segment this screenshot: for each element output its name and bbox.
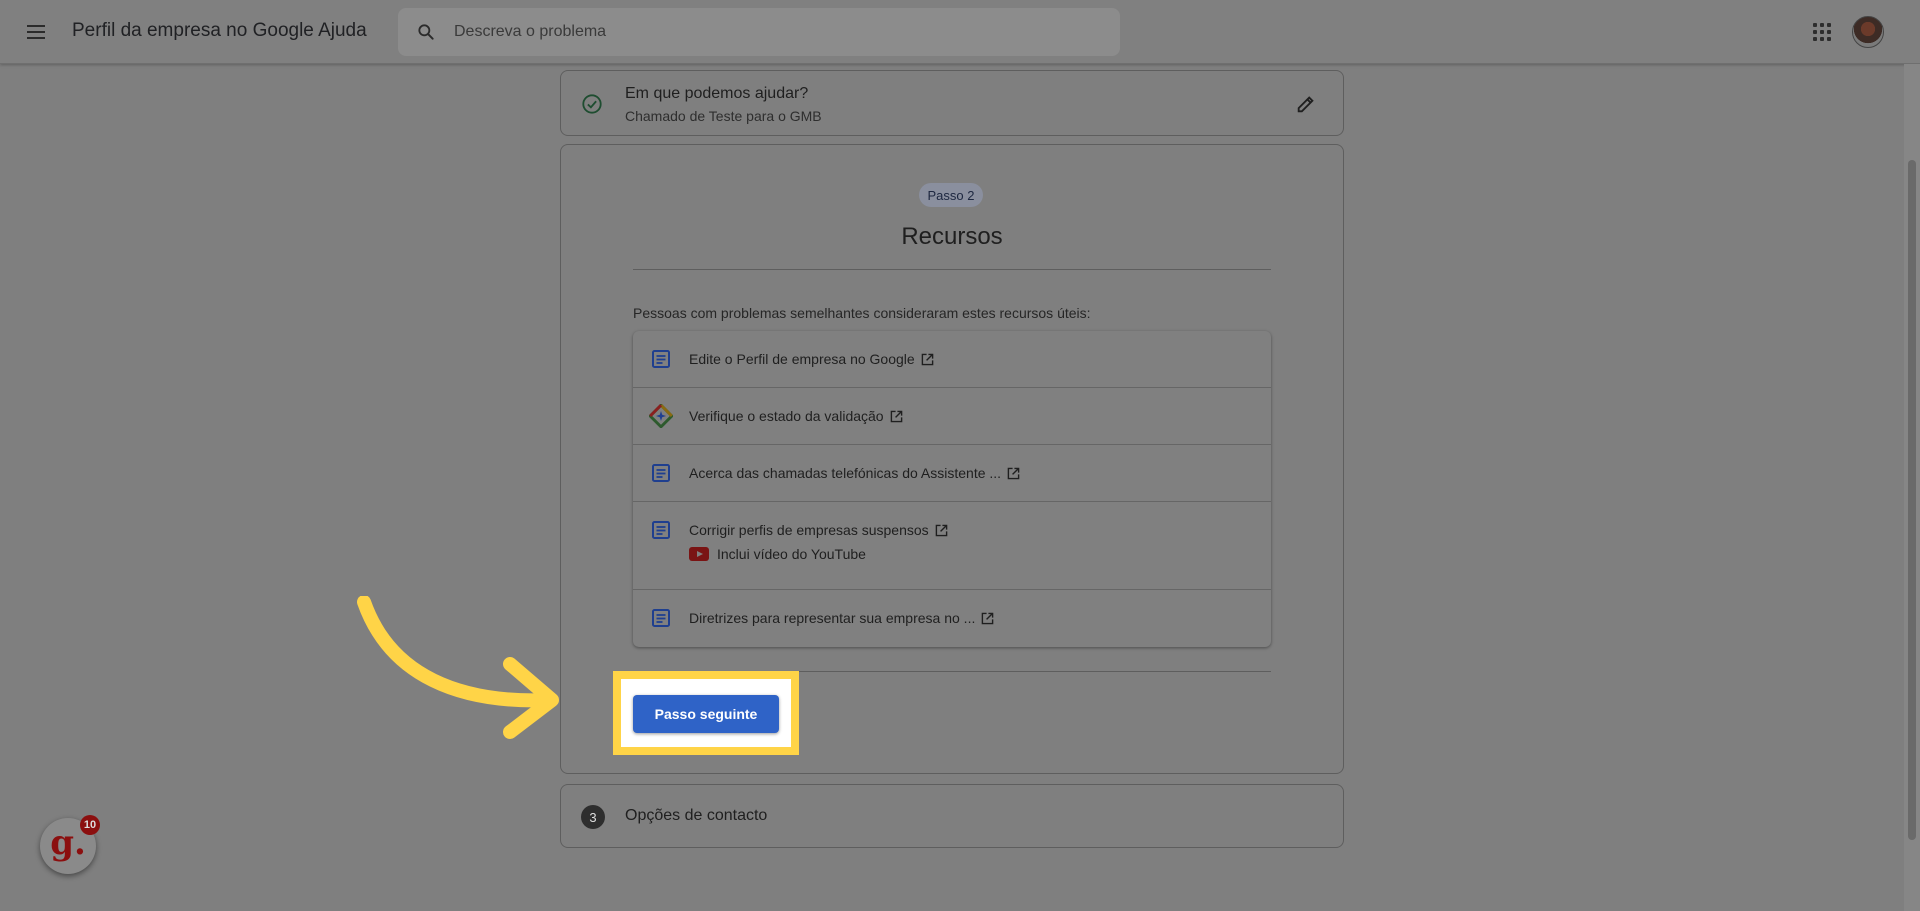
help-title: Em que podemos ajudar? bbox=[625, 85, 809, 102]
resource-item[interactable]: Verifique o estado da validação bbox=[633, 388, 1271, 445]
external-link-icon bbox=[982, 612, 994, 624]
notification-count: 10 bbox=[80, 815, 100, 835]
resource-item[interactable]: Acerca das chamadas telefónicas do Assis… bbox=[633, 445, 1271, 502]
external-link-icon bbox=[921, 353, 934, 365]
search-bar[interactable] bbox=[398, 8, 1120, 56]
document-icon bbox=[652, 609, 670, 627]
help-summary-card: Em que podemos ajudar? Chamado de Teste … bbox=[560, 70, 1344, 136]
resource-item[interactable]: Diretrizes para representar sua empresa … bbox=[633, 590, 1271, 647]
pencil-icon[interactable] bbox=[1295, 93, 1317, 115]
step-badge: Passo 2 bbox=[919, 183, 983, 207]
external-link-icon bbox=[935, 524, 947, 536]
assistant-widget[interactable]: g. 10 bbox=[40, 815, 100, 874]
resources-title: Recursos bbox=[901, 223, 1003, 250]
annotation-arrow-icon bbox=[357, 596, 559, 739]
next-step-button[interactable]: Passo seguinte bbox=[633, 695, 779, 733]
contact-options-card[interactable]: 3 Opções de contacto bbox=[560, 784, 1344, 848]
top-app-bar: Perfil da empresa no Google Ajuda bbox=[0, 0, 1920, 64]
resource-item[interactable]: Corrigir perfis de empresas suspensos In… bbox=[633, 502, 1271, 590]
scrollbar-thumb[interactable] bbox=[1908, 160, 1916, 840]
avatar[interactable] bbox=[1852, 16, 1884, 48]
check-circle-icon bbox=[582, 94, 602, 114]
menu-icon[interactable] bbox=[20, 16, 52, 48]
diamond-logo-icon bbox=[649, 404, 673, 428]
external-link-icon bbox=[1007, 467, 1020, 479]
external-link-icon bbox=[890, 410, 902, 422]
resource-item[interactable]: Edite o Perfil de empresa no Google bbox=[633, 331, 1271, 388]
help-subtitle: Chamado de Teste para o GMB bbox=[625, 108, 822, 124]
document-icon bbox=[652, 464, 670, 482]
document-icon bbox=[652, 350, 670, 368]
resource-link[interactable]: Edite o Perfil de empresa no Google bbox=[689, 351, 934, 367]
youtube-icon bbox=[689, 547, 709, 561]
resources-list: Edite o Perfil de empresa no Google Veri… bbox=[633, 331, 1271, 647]
search-icon bbox=[418, 24, 434, 40]
step-number: 3 bbox=[581, 805, 605, 829]
divider bbox=[633, 269, 1271, 270]
resource-link[interactable]: Diretrizes para representar sua empresa … bbox=[689, 610, 994, 626]
resources-card: Passo 2 Recursos Pessoas com problemas s… bbox=[560, 144, 1344, 774]
app-title[interactable]: Perfil da empresa no Google Ajuda bbox=[72, 20, 367, 42]
apps-grid-icon[interactable] bbox=[1810, 20, 1834, 44]
search-input[interactable] bbox=[454, 20, 1094, 44]
youtube-note-label: Inclui vídeo do YouTube bbox=[717, 546, 866, 562]
contact-options-label: Opções de contacto bbox=[625, 807, 768, 824]
resource-link[interactable]: Corrigir perfis de empresas suspensos bbox=[689, 522, 948, 538]
resource-link[interactable]: Verifique o estado da validação bbox=[689, 408, 903, 424]
youtube-note: Inclui vídeo do YouTube bbox=[689, 546, 866, 562]
resources-intro: Pessoas com problemas semelhantes consid… bbox=[633, 305, 1091, 321]
document-icon bbox=[652, 521, 670, 539]
resource-link[interactable]: Acerca das chamadas telefónicas do Assis… bbox=[689, 465, 1020, 481]
